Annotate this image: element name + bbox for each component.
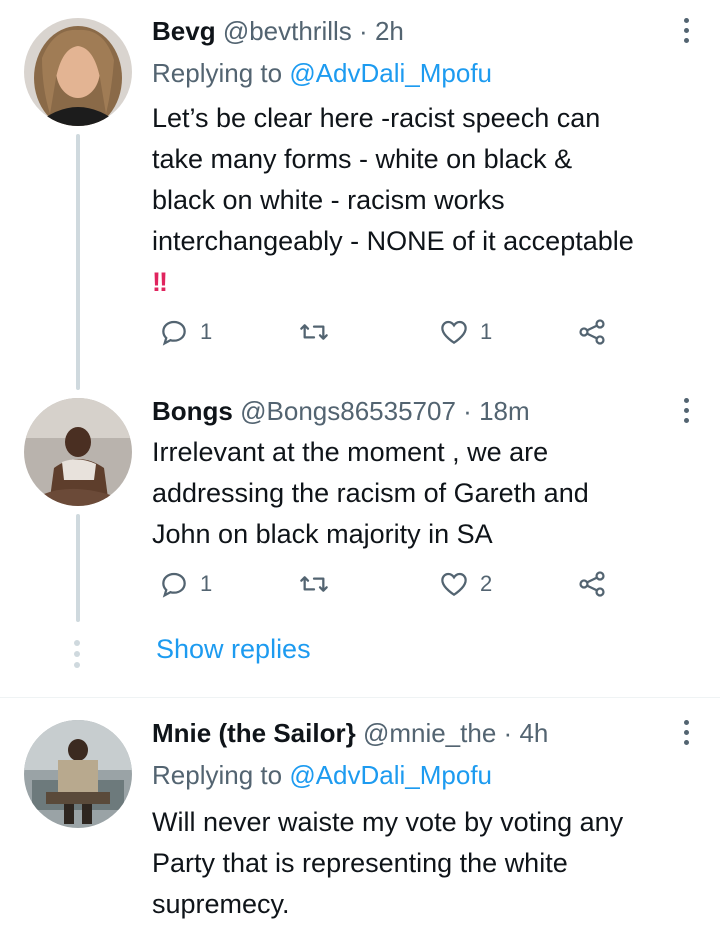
share-button[interactable] [576,568,608,600]
timestamp[interactable]: 2h [375,16,404,46]
retweet-button[interactable] [298,316,340,348]
tweet-text-body: Let’s be clear here -racist speech can t… [152,103,634,256]
reply-count: 1 [200,319,213,344]
avatar[interactable] [24,720,132,828]
tweet-header: Bongs @Bongs86535707 · 18m [152,396,530,427]
separator-dot: · [463,396,472,426]
like-count: 1 [480,319,493,344]
author-name[interactable]: Bevg [152,16,216,46]
author-handle[interactable]: @bevthrills [223,16,352,46]
separator-dot: · [503,718,513,748]
timestamp[interactable]: 18m [479,396,530,426]
replying-to-mention[interactable]: @AdvDali_Mpofu [289,760,492,790]
replying-to: Replying to @AdvDali_Mpofu [152,58,492,89]
share-icon [579,319,605,345]
reply-icon [162,320,186,346]
share-button[interactable] [576,316,608,348]
retweet-icon [300,576,328,592]
author-handle[interactable]: @Bongs86535707 [240,396,456,426]
tweet-text: Irrelevant at the moment , we are addres… [152,437,589,549]
author-name[interactable]: Bongs [152,396,233,426]
thread-line [76,514,80,622]
more-options-icon[interactable] [682,18,690,43]
action-bar: 1 2 [152,568,632,608]
reply-icon [162,572,186,598]
show-replies-link[interactable]: Show replies [156,634,311,665]
reply-button[interactable]: 1 [158,568,212,600]
retweet-button[interactable] [298,568,340,600]
replying-to-label: Replying to [152,58,290,88]
tweet-header: Mnie (the Sailor} @mnie_the · 4h [152,718,548,749]
like-count: 2 [480,571,493,596]
share-icon [579,571,605,597]
replying-to-label: Replying to [152,760,290,790]
thread-continuation-icon [74,640,80,668]
reply-button[interactable]: 1 [158,316,212,348]
tweet-header: Bevg @bevthrills · 2h [152,16,404,47]
author-name[interactable]: Mnie (the Sailor} [152,718,356,748]
separator-dot: · [359,16,368,46]
thread-line [76,134,80,390]
like-button[interactable]: 2 [438,568,492,600]
divider [0,697,720,698]
double-exclamation-emoji: !! [152,267,168,297]
tweet-text: Let’s be clear here -racist speech can t… [152,98,692,303]
replying-to: Replying to @AdvDali_Mpofu [152,760,492,791]
reply-count: 1 [200,571,213,596]
avatar[interactable] [24,398,132,506]
retweet-icon [300,324,328,340]
avatar[interactable] [24,18,132,126]
timestamp[interactable]: 4h [519,718,548,748]
heart-icon [441,572,467,596]
author-handle[interactable]: @mnie_the [363,718,496,748]
replying-to-mention[interactable]: @AdvDali_Mpofu [289,58,492,88]
action-bar: 1 1 [152,316,632,356]
heart-icon [441,320,467,344]
tweet-text: Will never waiste my vote by voting any … [152,807,624,919]
like-button[interactable]: 1 [438,316,492,348]
more-options-icon[interactable] [682,398,690,423]
more-options-icon[interactable] [682,720,690,745]
